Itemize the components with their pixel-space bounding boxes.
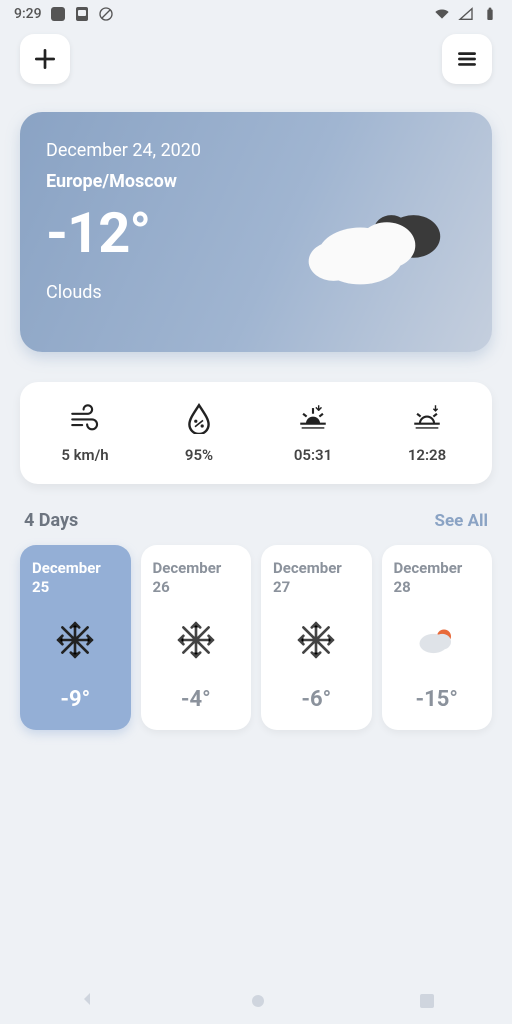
signal-icon bbox=[458, 6, 474, 22]
nav-home-icon[interactable] bbox=[252, 995, 264, 1007]
forecast-title: 4 Days bbox=[24, 510, 78, 531]
plus-icon bbox=[32, 46, 58, 72]
add-button[interactable] bbox=[20, 34, 70, 84]
nav-recent-icon[interactable] bbox=[420, 994, 434, 1008]
stats-card: 5 km/h 95% 05:31 12:28 bbox=[20, 382, 492, 484]
sunrise-value: 05:31 bbox=[256, 446, 370, 464]
forecast-row: December 25 -9° December 26 -4° December… bbox=[20, 545, 492, 730]
forecast-card-1[interactable]: December 26 -4° bbox=[141, 545, 252, 730]
stat-humidity: 95% bbox=[142, 400, 256, 464]
forecast-date: December 26 bbox=[151, 559, 242, 597]
system-nav-bar bbox=[0, 978, 512, 1024]
forecast-header: 4 Days See All bbox=[24, 510, 488, 531]
wind-icon bbox=[28, 400, 142, 436]
humidity-icon bbox=[142, 400, 256, 436]
nav-back-icon[interactable] bbox=[78, 990, 96, 1012]
forecast-date: December 25 bbox=[30, 559, 121, 597]
current-date: December 24, 2020 bbox=[46, 140, 466, 161]
wifi-icon bbox=[434, 6, 450, 22]
forecast-temp: -6° bbox=[271, 687, 362, 712]
status-app-icon bbox=[50, 6, 66, 22]
status-bar: 9:29 bbox=[0, 0, 512, 26]
humidity-value: 95% bbox=[142, 446, 256, 464]
stat-wind: 5 km/h bbox=[28, 400, 142, 464]
sunset-icon bbox=[370, 400, 484, 436]
sunset-value: 12:28 bbox=[370, 446, 484, 464]
wind-value: 5 km/h bbox=[28, 446, 142, 464]
forecast-date: December 27 bbox=[271, 559, 362, 597]
no-sync-icon bbox=[98, 6, 114, 22]
forecast-temp: -4° bbox=[151, 687, 242, 712]
snowflake-icon bbox=[271, 611, 362, 669]
forecast-card-3[interactable]: December 28 -15° bbox=[382, 545, 493, 730]
sd-card-icon bbox=[74, 6, 90, 22]
current-location: Europe/Moscow bbox=[46, 171, 466, 192]
forecast-temp: -15° bbox=[392, 687, 483, 712]
status-time: 9:29 bbox=[14, 6, 42, 22]
sun-cloud-icon bbox=[392, 611, 483, 669]
header bbox=[0, 26, 512, 94]
current-weather-card[interactable]: December 24, 2020 Europe/Moscow -12° Clo… bbox=[20, 112, 492, 352]
forecast-card-0[interactable]: December 25 -9° bbox=[20, 545, 131, 730]
stat-sunset: 12:28 bbox=[370, 400, 484, 464]
see-all-button[interactable]: See All bbox=[435, 511, 488, 531]
hamburger-icon bbox=[454, 46, 480, 72]
forecast-date: December 28 bbox=[392, 559, 483, 597]
battery-icon bbox=[482, 6, 498, 22]
stat-sunrise: 05:31 bbox=[256, 400, 370, 464]
forecast-temp: -9° bbox=[30, 687, 121, 712]
menu-button[interactable] bbox=[442, 34, 492, 84]
forecast-card-2[interactable]: December 27 -6° bbox=[261, 545, 372, 730]
snowflake-icon bbox=[151, 611, 242, 669]
clouds-icon bbox=[298, 192, 458, 312]
snowflake-icon bbox=[30, 611, 121, 669]
sunrise-icon bbox=[256, 400, 370, 436]
